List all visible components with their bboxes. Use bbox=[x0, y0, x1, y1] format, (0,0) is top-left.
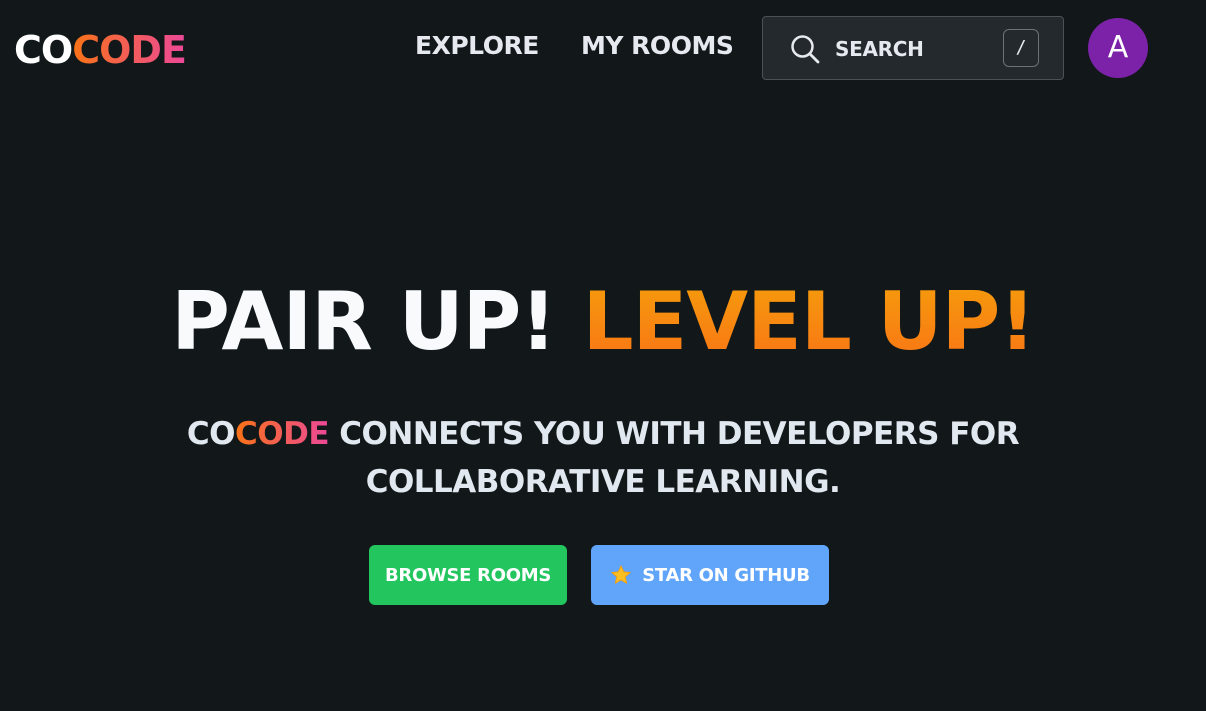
logo-text-code: CODE bbox=[72, 28, 187, 72]
hero-subtitle: COCODE CONNECTS YOU WITH DEVELOPERS FOR … bbox=[80, 410, 1126, 506]
nav-link-my-rooms[interactable]: MY ROOMS bbox=[581, 30, 734, 62]
nav-link-explore[interactable]: EXPLORE bbox=[415, 30, 539, 62]
star-on-github-button[interactable]: STAR ON GITHUB bbox=[591, 545, 829, 605]
search-shortcut-key: / bbox=[1003, 29, 1039, 67]
browse-rooms-button[interactable]: BROWSE ROOMS bbox=[369, 545, 567, 605]
logo-text-co: CO bbox=[14, 28, 73, 72]
hero-title-pair-up: PAIR UP! bbox=[171, 275, 556, 368]
star-on-github-label: STAR ON GITHUB bbox=[642, 564, 810, 586]
top-navbar: COCODE EXPLORE MY ROOMS SEARCH / A bbox=[0, 0, 1206, 96]
user-avatar[interactable]: A bbox=[1088, 18, 1148, 78]
search-box[interactable]: SEARCH / bbox=[762, 16, 1064, 80]
subtitle-brand-co: CO bbox=[186, 416, 236, 452]
search-icon bbox=[791, 35, 820, 64]
subtitle-text: CONNECTS YOU WITH DEVELOPERS FOR COLLABO… bbox=[329, 416, 1020, 500]
hero-title-level-up: LEVEL UP! bbox=[582, 275, 1036, 368]
star-icon bbox=[611, 565, 631, 584]
cocode-logo[interactable]: COCODE bbox=[14, 28, 187, 72]
hero-title: PAIR UP! LEVEL UP! bbox=[0, 272, 1206, 372]
search-placeholder: SEARCH bbox=[835, 37, 924, 61]
subtitle-brand-code: CODE bbox=[234, 416, 330, 452]
browse-rooms-label: BROWSE ROOMS bbox=[384, 564, 551, 586]
